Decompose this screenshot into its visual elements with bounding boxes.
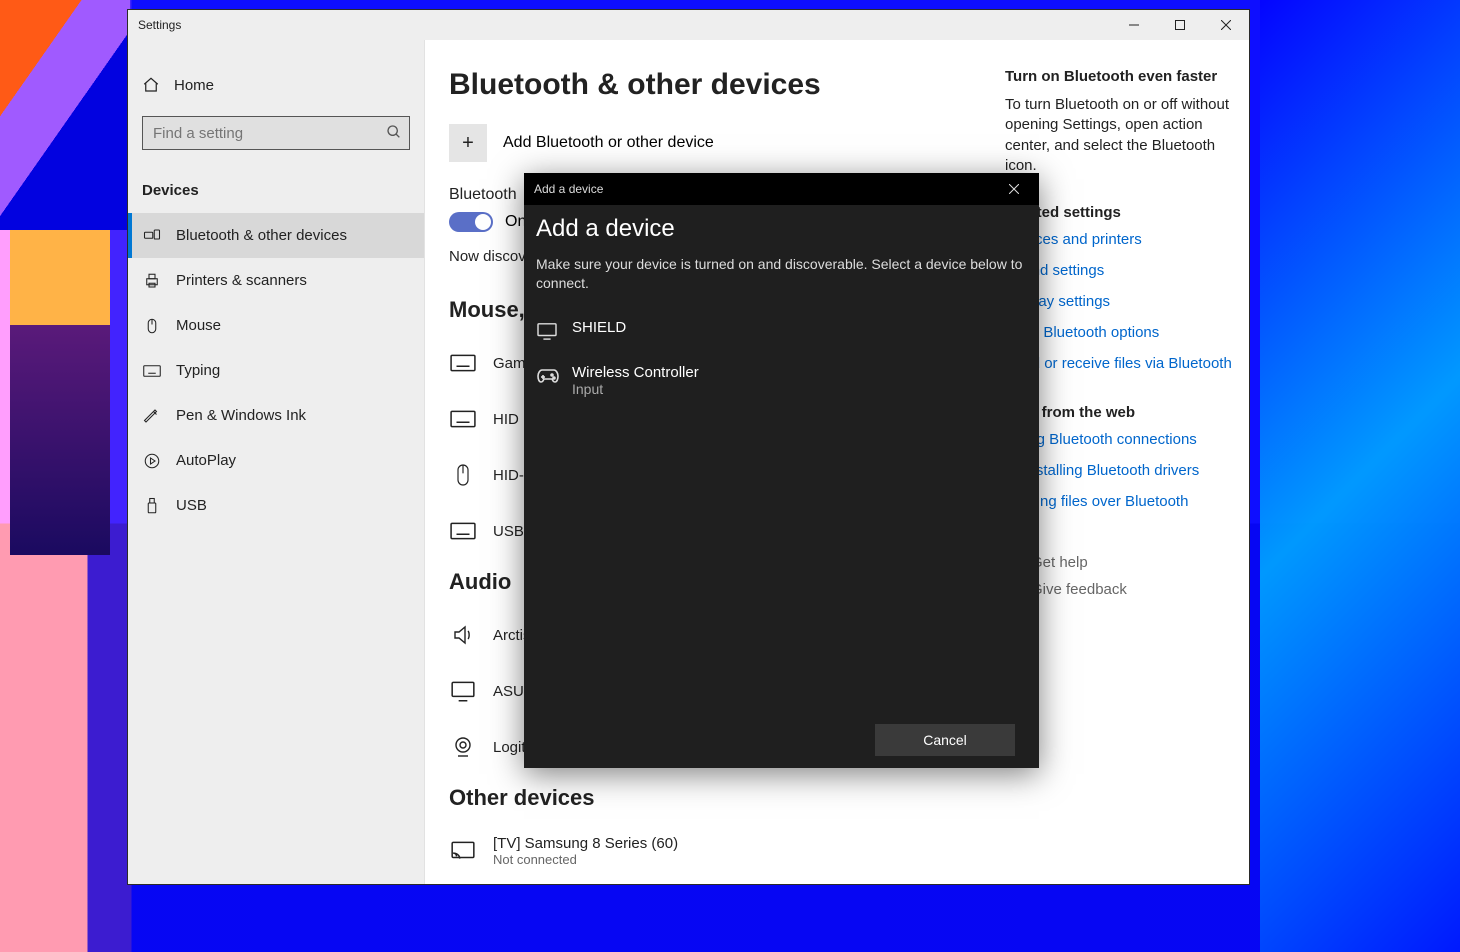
webcam-icon (449, 735, 477, 759)
sidebar-category: Devices (128, 174, 424, 213)
add-device-dialog: Add a device Add a device Make sure your… (524, 173, 1039, 768)
tv-cast-icon (449, 840, 477, 862)
dialog-device-title: SHIELD (572, 319, 626, 336)
dialog-description: Make sure your device is turned on and d… (536, 255, 1027, 293)
keyboard-icon (449, 522, 477, 540)
close-button[interactable] (1203, 10, 1249, 40)
sidebar-item-label: Typing (176, 362, 220, 379)
device-label: [TV] Samsung 8 Series (60) (493, 835, 678, 852)
web-link[interactable]: Fixing Bluetooth connections (1005, 431, 1235, 448)
related-link[interactable]: Devices and printers (1005, 231, 1235, 248)
device-sublabel: Not connected (493, 852, 678, 867)
sidebar-home-label: Home (174, 77, 214, 94)
tip-title: Turn on Bluetooth even faster (1005, 68, 1235, 85)
search-input-wrap[interactable] (142, 116, 410, 150)
printer-icon (142, 272, 162, 290)
sidebar-item-usb[interactable]: USB (128, 483, 424, 528)
related-link[interactable]: Display settings (1005, 293, 1235, 310)
dialog-device-item[interactable]: SHIELD (536, 313, 1027, 358)
autoplay-icon (142, 452, 162, 470)
monitor-icon (449, 680, 477, 702)
sidebar-item-autoplay[interactable]: AutoPlay (128, 438, 424, 483)
plus-icon: + (449, 124, 487, 162)
web-link[interactable]: Reinstalling Bluetooth drivers (1005, 462, 1235, 479)
dialog-device-sub: Input (572, 381, 699, 397)
maximize-button[interactable] (1157, 10, 1203, 40)
sidebar-item-bluetooth[interactable]: Bluetooth & other devices (128, 213, 424, 258)
keyboard-icon (449, 410, 477, 428)
get-help-link[interactable]: Get help (1005, 554, 1235, 571)
window-title: Settings (138, 18, 181, 32)
minimize-button[interactable] (1111, 10, 1157, 40)
keyboard-icon (449, 354, 477, 372)
related-link[interactable]: More Bluetooth options (1005, 324, 1235, 341)
sidebar-item-label: USB (176, 497, 207, 514)
bluetooth-devices-icon (142, 227, 162, 245)
window-titlebar[interactable]: Settings (128, 10, 1249, 40)
keyboard-icon (142, 364, 162, 378)
feedback-link[interactable]: Give feedback (1005, 581, 1235, 598)
sidebar-item-label: Printers & scanners (176, 272, 307, 289)
dialog-close-button[interactable] (999, 174, 1029, 204)
search-icon (386, 124, 402, 140)
related-title: Related settings (1005, 204, 1235, 221)
sidebar-item-label: Mouse (176, 317, 221, 334)
bluetooth-toggle[interactable] (449, 212, 493, 232)
mouse-icon (142, 317, 162, 335)
usb-icon (142, 497, 162, 515)
related-link[interactable]: Send or receive files via Bluetooth (1005, 355, 1235, 372)
sidebar-home[interactable]: Home (128, 68, 424, 102)
page-title: Bluetooth & other devices (449, 68, 979, 102)
web-title: Help from the web (1005, 404, 1235, 421)
dialog-titlebar[interactable]: Add a device (524, 173, 1039, 205)
dialog-device-item[interactable]: Wireless Controller Input (536, 358, 1027, 415)
add-device-row[interactable]: + Add Bluetooth or other device (449, 124, 979, 162)
related-link[interactable]: Sound settings (1005, 262, 1235, 279)
monitor-icon (536, 319, 560, 340)
gamepad-icon (536, 364, 560, 385)
sidebar-item-pen[interactable]: Pen & Windows Ink (128, 393, 424, 438)
mouse-icon (449, 463, 477, 487)
sidebar: Home Devices Bluetooth & other devices P… (128, 40, 425, 884)
search-input[interactable] (142, 116, 410, 150)
dialog-device-title: Wireless Controller (572, 364, 699, 381)
dialog-window-title: Add a device (534, 182, 603, 196)
speaker-icon (449, 623, 477, 647)
web-link[interactable]: Sharing files over Bluetooth (1005, 493, 1235, 510)
dialog-heading: Add a device (536, 215, 1027, 243)
sidebar-item-label: Pen & Windows Ink (176, 407, 306, 424)
sidebar-item-mouse[interactable]: Mouse (128, 303, 424, 348)
sidebar-item-label: Bluetooth & other devices (176, 227, 347, 244)
sidebar-item-typing[interactable]: Typing (128, 348, 424, 393)
cancel-button[interactable]: Cancel (875, 724, 1015, 756)
home-icon (142, 76, 160, 94)
tip-body: To turn Bluetooth on or off without open… (1005, 95, 1235, 176)
device-row[interactable]: [TV] Samsung 8 Series (60) Not connected (449, 823, 979, 879)
add-device-label: Add Bluetooth or other device (503, 134, 714, 152)
sidebar-item-label: AutoPlay (176, 452, 236, 469)
section-other: Other devices (449, 785, 979, 811)
sidebar-item-printers[interactable]: Printers & scanners (128, 258, 424, 303)
pen-icon (142, 407, 162, 425)
